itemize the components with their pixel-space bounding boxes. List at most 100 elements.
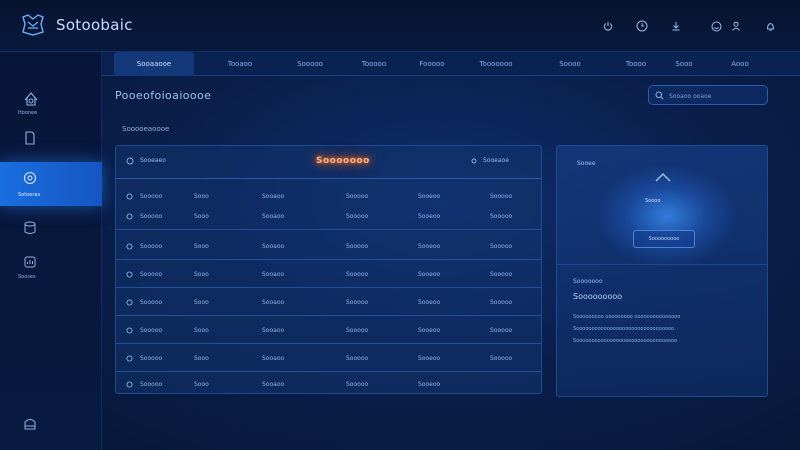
power-icon[interactable] — [598, 16, 618, 36]
download-icon[interactable] — [666, 16, 686, 36]
sidebar-item-settings[interactable]: Sotoeras — [0, 162, 102, 206]
sidebar-item-documents[interactable] — [0, 122, 102, 162]
tab-6[interactable]: Soooo — [546, 52, 594, 76]
detail-small-text: Soooo — [645, 198, 661, 204]
row-status-icon[interactable] — [126, 271, 133, 278]
tab-4[interactable]: Fooooo — [406, 52, 458, 76]
sidebar: Hoonee Sotoeras Sooses — [0, 52, 102, 450]
page-title: Pooeofoioaioooe — [115, 89, 212, 102]
tab-7[interactable]: Toooo — [614, 52, 658, 76]
row-status-icon[interactable] — [126, 299, 133, 306]
table-cell: Sooooo — [490, 327, 513, 334]
table-cell: Sooeoo — [418, 271, 441, 278]
header-icons — [598, 16, 780, 36]
sidebar-item-dashboard[interactable]: Hoonee — [0, 82, 102, 122]
table-cell: Sooeoo — [418, 327, 441, 334]
table-cell: Sooooo — [346, 299, 369, 306]
table-cell: Sooooo — [140, 193, 163, 200]
table-cell: Sooooo — [490, 193, 513, 200]
tab-1[interactable]: Tooaoo — [210, 52, 270, 76]
tab-5[interactable]: Tooooooo — [464, 52, 528, 76]
user-icon[interactable] — [726, 16, 746, 36]
sidebar-item-reports[interactable]: Sooses — [0, 246, 102, 286]
table-row[interactable]: Sooooo Sooo Sooaoo Sooooo Sooeoo Sooooo — [116, 346, 541, 372]
table-cell: Sooooo — [346, 193, 369, 200]
smile-icon[interactable] — [706, 16, 726, 36]
sidebar-item-help[interactable] — [0, 408, 102, 448]
table-cell: Sooo — [194, 271, 209, 278]
table-row[interactable]: Sooooo Sooo Sooaoo Sooooo Sooeoo Sooooo — [116, 290, 541, 316]
row-status-icon[interactable] — [126, 381, 133, 388]
table-cell: Sooooo — [490, 243, 513, 250]
table-cell: Sooaoo — [262, 271, 285, 278]
select-all-icon[interactable] — [126, 157, 134, 165]
clock-icon[interactable] — [632, 16, 652, 36]
bell-icon[interactable] — [760, 16, 780, 36]
table-row[interactable]: Sooooo Sooo Sooaoo Sooooo Sooeoo Sooooo — [116, 318, 541, 344]
sidebar-item-label: Sooses — [18, 274, 36, 280]
detail-description-line: Soooooooooooooooooooooooooooooooo — [573, 326, 675, 332]
tab-9[interactable]: Aooo — [720, 52, 760, 76]
table-cell: Sooeoo — [418, 299, 441, 306]
chart-icon — [24, 256, 36, 268]
table-cell: Sooooo — [140, 327, 163, 334]
table-cell: Sooaoo — [262, 243, 285, 250]
detail-label: Sooooooo — [573, 278, 603, 285]
app-title: Sotoobaic — [56, 16, 133, 34]
highlight-label: Sooooooo — [316, 156, 370, 166]
search-icon — [655, 91, 664, 100]
table-cell: Sooaoo — [262, 327, 285, 334]
table-cell: Sooeoo — [418, 213, 441, 220]
search-box[interactable] — [648, 85, 768, 105]
table-cell: Sooooo — [140, 271, 163, 278]
table-cell: Sooo — [194, 193, 209, 200]
header-label-left: Sooeaeo — [140, 157, 166, 164]
logo-icon — [22, 14, 44, 36]
row-status-icon[interactable] — [126, 355, 133, 362]
table-cell: Sooooo — [140, 243, 163, 250]
table-cell: Sooaoo — [262, 213, 285, 220]
tab-2[interactable]: Sooooo — [282, 52, 338, 76]
table-cell: Sooooo — [490, 271, 513, 278]
document-icon — [25, 131, 35, 145]
table-row[interactable]: Sooooo Sooo Sooaoo Sooooo Sooeoo Sooooo — [116, 204, 541, 230]
table-cell: Sooooo — [346, 271, 369, 278]
row-status-icon[interactable] — [126, 243, 133, 250]
data-table: Sooeaeo Sooooooo Sooeaoe Sooooo Sooo Sooao… — [115, 145, 542, 394]
row-status-icon[interactable] — [126, 327, 133, 334]
tab-3[interactable]: Tooooo — [346, 52, 402, 76]
row-status-icon[interactable] — [126, 193, 133, 200]
table-cell: Sooooo — [346, 355, 369, 362]
top-bar: Sotoobaic — [0, 0, 800, 52]
table-cell: Sooaoo — [262, 193, 285, 200]
table-row[interactable]: Sooooo Sooo Sooaoo Sooooo Sooeoo — [116, 372, 541, 398]
table-row[interactable]: Sooooo Sooo Sooaoo Sooooo Sooeoo Sooooo — [116, 234, 541, 260]
table-cell: Sooooo — [140, 299, 163, 306]
row-status-icon[interactable] — [126, 213, 133, 220]
database-icon — [24, 221, 36, 234]
detail-description-line: Sooooooooooooooooooooooooooooooooo — [573, 338, 678, 344]
tab-0[interactable]: Sooaaooe — [114, 52, 194, 76]
table-cell: Sooaoo — [262, 355, 285, 362]
divider — [557, 264, 767, 265]
sidebar-item-label: Hoonee — [18, 110, 38, 116]
table-cell: Sooooo — [490, 299, 513, 306]
section-label: Sooooeaoooe — [122, 125, 170, 133]
table-row[interactable]: Sooooo Sooo Sooaoo Sooooo Sooeoo Sooooo — [116, 262, 541, 288]
settings-icon — [23, 171, 37, 185]
table-cell: Sooo — [194, 243, 209, 250]
help-icon — [24, 419, 36, 430]
table-cell: Sooooo — [140, 381, 163, 388]
dashboard-icon — [24, 92, 38, 106]
chevron-up-icon[interactable] — [653, 170, 673, 184]
table-header: Sooeaeo Sooooooo Sooeaoe — [116, 146, 541, 179]
detail-action-button[interactable]: Sooooooooo — [633, 230, 695, 248]
table-cell: Sooooo — [140, 355, 163, 362]
filter-icon[interactable] — [471, 158, 477, 164]
search-input[interactable] — [669, 89, 763, 103]
table-cell: Sooooo — [490, 213, 513, 220]
tab-bar: Sooaaooe Tooaoo Sooooo Tooooo Fooooo Too… — [102, 52, 800, 76]
tab-8[interactable]: Sooo — [664, 52, 704, 76]
table-cell: Sooo — [194, 381, 209, 388]
table-cell: Sooaoo — [262, 299, 285, 306]
